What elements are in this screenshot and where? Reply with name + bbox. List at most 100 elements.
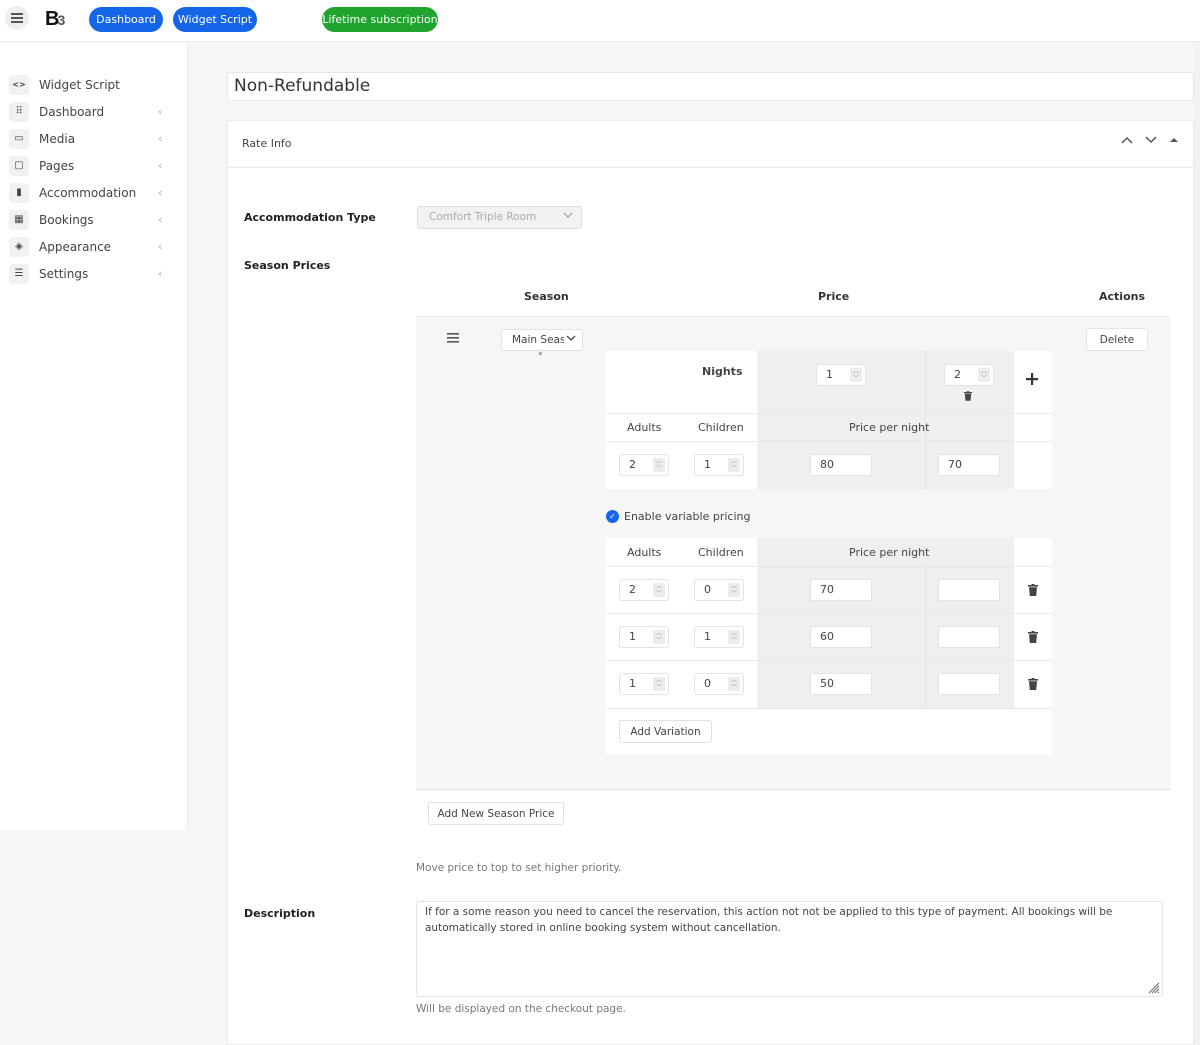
adults-value: 1 <box>629 630 636 643</box>
move-down-button[interactable] <box>1145 135 1157 148</box>
variation-adults-input[interactable]: 2 ︿ ﹀ <box>619 579 669 601</box>
chevron-left-icon: ‹ <box>158 240 163 253</box>
sidebar-item-label: Bookings <box>39 212 94 227</box>
sliders-icon: ☰ <box>9 263 29 284</box>
children-input[interactable]: 1 ︿ ﹀ <box>694 454 744 476</box>
add-variation-button[interactable]: Add Variation <box>619 720 712 743</box>
trash-icon[interactable] <box>964 391 972 401</box>
panel-title: Rate Info <box>242 137 292 150</box>
chevron-left-icon: ‹ <box>158 213 163 226</box>
season-prices-label: Season Prices <box>244 259 331 272</box>
rate-info-panel: Rate Info Accommodation Type Comfort Tri… <box>227 120 1194 1045</box>
add-nights-button[interactable] <box>1026 369 1038 390</box>
variation-children-input[interactable]: 0 ︿ ﹀ <box>694 673 744 695</box>
sidebar-item-dashboard[interactable]: ⠿ Dashboard ‹ <box>0 98 187 125</box>
drag-handle-icon[interactable] <box>447 331 459 347</box>
divider <box>606 708 1052 709</box>
delete-variation-trash-icon[interactable] <box>1028 631 1038 643</box>
variation-children-input[interactable]: 0 ︿ ﹀ <box>694 579 744 601</box>
adults-value: 2 <box>629 583 636 596</box>
variation-price-input[interactable]: 50 <box>810 673 872 695</box>
spinner-icon[interactable]: ︿ ﹀ <box>653 583 665 597</box>
scrollbar-track[interactable] <box>1194 42 1200 1045</box>
sidebar-item-bookings[interactable]: ▦ Bookings ‹ <box>0 206 187 233</box>
nights-value: 2 <box>954 368 961 381</box>
nights-input[interactable]: 1 ︿ ﹀ <box>816 364 866 386</box>
rate-title-input[interactable]: Non-Refundable <box>227 72 1194 101</box>
chevron-left-icon: ‹ <box>158 267 163 280</box>
spinner-icon[interactable]: ︿ ﹀ <box>728 458 740 472</box>
price-input[interactable]: 70 <box>938 454 1000 476</box>
sidebar-item-widget-script[interactable]: <> Widget Script <box>0 71 187 98</box>
delete-variation-trash-icon[interactable] <box>1028 584 1038 596</box>
building-icon: ▮ <box>9 182 29 203</box>
accommodation-type-label: Accommodation Type <box>244 211 376 224</box>
accommodation-type-value: Comfort Triple Room <box>429 211 537 223</box>
season-select-value: Main Seas <box>512 334 566 346</box>
season-column-header: Season <box>524 290 569 303</box>
spinner-icon[interactable]: ︿ ﹀ <box>728 677 740 691</box>
sidebar-item-appearance[interactable]: ◈ Appearance ‹ <box>0 233 187 260</box>
sidebar-item-accommodation[interactable]: ▮ Accommodation ‹ <box>0 179 187 206</box>
spinner-icon[interactable]: ︿ ﹀ <box>728 630 740 644</box>
add-new-season-price-button[interactable]: Add New Season Price <box>428 802 564 825</box>
divider <box>925 351 926 489</box>
sidebar: <> Widget Script ⠿ Dashboard ‹ ▭ Media ‹… <box>0 43 188 830</box>
price-input[interactable]: 80 <box>810 454 872 476</box>
spinner-icon[interactable]: ︿ ﹀ <box>653 630 665 644</box>
move-up-button[interactable] <box>1121 135 1133 148</box>
triangle-up-icon <box>1170 138 1178 142</box>
variation-price-input[interactable]: 70 <box>810 579 872 601</box>
spinner-icon[interactable]: ︿ ﹀ <box>978 368 990 382</box>
sidebar-item-pages[interactable]: ▢ Pages ‹ <box>0 152 187 179</box>
variation-price-input[interactable] <box>938 579 1000 601</box>
description-textarea[interactable]: If for a some reason you need to cancel … <box>416 901 1163 997</box>
enable-variable-pricing-checkbox[interactable]: ✓ <box>606 510 619 523</box>
widget-script-button[interactable]: Widget Script <box>173 7 257 32</box>
price-per-night-header: Price per night <box>849 421 930 434</box>
nights-value: 1 <box>826 368 833 381</box>
variation-children-input[interactable]: 1 ︿ ﹀ <box>694 626 744 648</box>
nights-input[interactable]: 2 ︿ ﹀ <box>944 364 994 386</box>
grid-footer <box>757 708 1014 755</box>
adults-header: Adults <box>627 421 662 434</box>
sidebar-item-label: Media <box>39 131 76 146</box>
chevron-left-icon: ‹ <box>158 132 163 145</box>
spinner-icon[interactable]: ︿ ﹀ <box>728 583 740 597</box>
chevron-down-icon <box>564 330 576 350</box>
chevron-down-icon <box>1145 136 1157 144</box>
dashboard-button[interactable]: Dashboard <box>89 7 163 32</box>
adults-header: Adults <box>627 546 662 559</box>
pages-icon: ▢ <box>9 155 29 176</box>
logo: B3 <box>45 8 65 31</box>
spinner-icon[interactable]: ︿ ﹀ <box>850 368 862 382</box>
sidebar-item-label: Pages <box>39 158 75 173</box>
season-select[interactable]: Main Seas <box>501 329 583 351</box>
divider <box>606 660 1052 661</box>
chevron-left-icon: ‹ <box>158 159 163 172</box>
adults-value: 1 <box>629 677 636 690</box>
divider <box>606 613 1052 614</box>
children-header: Children <box>698 421 744 434</box>
lifetime-subscription-button[interactable]: Lifetime subscription <box>322 7 438 32</box>
variation-price-input[interactable] <box>938 626 1000 648</box>
adults-input[interactable]: 2 ︿ ﹀ <box>619 454 669 476</box>
enable-variable-pricing-label: Enable variable pricing <box>624 510 751 523</box>
spinner-icon[interactable]: ︿ ﹀ <box>653 677 665 691</box>
variation-price-input[interactable] <box>938 673 1000 695</box>
adults-value: 2 <box>629 458 636 471</box>
children-value: 0 <box>704 677 711 690</box>
variation-adults-input[interactable]: 1 ︿ ﹀ <box>619 626 669 648</box>
collapse-button[interactable] <box>1170 135 1178 148</box>
divider <box>606 441 1052 442</box>
sidebar-item-media[interactable]: ▭ Media ‹ <box>0 125 187 152</box>
variation-adults-input[interactable]: 1 ︿ ﹀ <box>619 673 669 695</box>
variation-price-input[interactable]: 60 <box>810 626 872 648</box>
spinner-icon[interactable]: ︿ ﹀ <box>653 458 665 472</box>
grid-white-right <box>1014 538 1052 755</box>
resize-handle-icon[interactable] <box>1148 982 1160 994</box>
menu-toggle-button[interactable] <box>5 6 29 30</box>
sidebar-item-settings[interactable]: ☰ Settings ‹ <box>0 260 187 287</box>
delete-season-button[interactable]: Delete <box>1086 328 1148 351</box>
delete-variation-trash-icon[interactable] <box>1028 678 1038 690</box>
